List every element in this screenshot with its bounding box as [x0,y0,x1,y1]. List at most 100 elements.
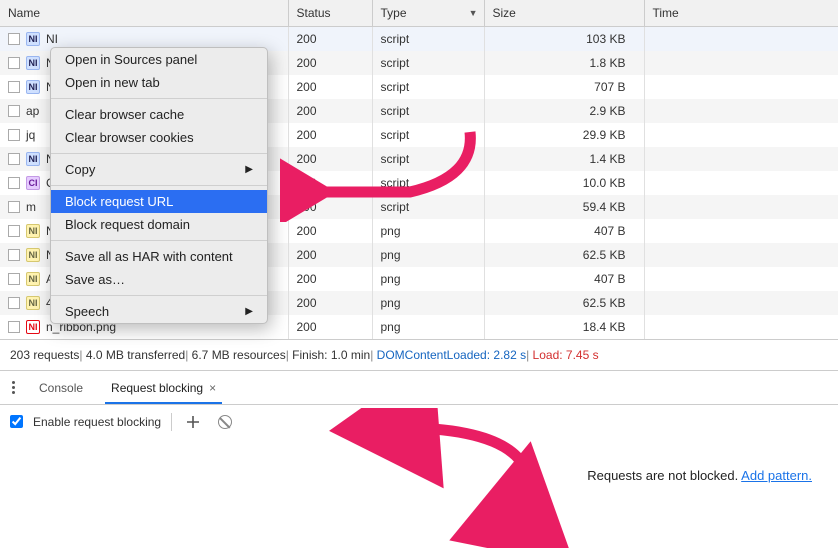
status-cell: 200 [288,291,372,315]
ctx-block-url[interactable]: Block request URL [51,190,267,213]
row-checkbox[interactable] [8,273,20,285]
row-checkbox[interactable] [8,33,20,45]
add-pattern-button[interactable] [182,411,204,433]
time-cell [644,75,838,99]
time-cell [644,51,838,75]
file-type-icon: CI [26,176,40,190]
status-cell: 200 [288,243,372,267]
tab-console[interactable]: Console [29,373,93,403]
status-cell: 200 [288,27,372,52]
ctx-save-har[interactable]: Save all as HAR with content [51,245,267,268]
status-cell: 200 [288,99,372,123]
size-cell: 10.0 KB [484,171,644,195]
drawer-tabs: Console Request blocking× [0,370,838,404]
col-size[interactable]: Size [484,0,644,27]
row-checkbox[interactable] [8,225,20,237]
ctx-open-tab[interactable]: Open in new tab [51,71,267,94]
status-resources: 6.7 MB resources [185,348,286,362]
size-cell: 29.9 KB [484,123,644,147]
time-cell [644,243,838,267]
ctx-block-domain[interactable]: Block request domain [51,213,267,236]
status-cell: 200 [288,147,372,171]
type-cell: script [372,99,484,123]
ctx-save-as[interactable]: Save as… [51,268,267,291]
clear-patterns-button[interactable] [214,411,236,433]
time-cell [644,315,838,339]
type-cell: script [372,123,484,147]
row-checkbox[interactable] [8,57,20,69]
size-cell: 62.5 KB [484,291,644,315]
status-cell: 200 [288,123,372,147]
col-type[interactable]: Type▼ [372,0,484,27]
status-cell: 200 [288,51,372,75]
size-cell: 2.9 KB [484,99,644,123]
kebab-icon[interactable] [6,375,21,400]
file-name: NI [46,32,58,46]
close-icon[interactable]: × [209,381,216,395]
status-cell: 200 [288,195,372,219]
col-time[interactable]: Time [644,0,838,27]
col-name[interactable]: Name [0,0,288,27]
type-cell: script [372,27,484,52]
type-cell: png [372,219,484,243]
status-dcl: DOMContentLoaded: 2.82 s [370,348,526,362]
file-type-icon: NI [26,320,40,334]
type-cell: png [372,291,484,315]
row-checkbox[interactable] [8,249,20,261]
size-cell: 407 B [484,219,644,243]
row-checkbox[interactable] [8,129,20,141]
row-checkbox[interactable] [8,177,20,189]
file-type-icon: NI [26,272,40,286]
ctx-clear-cache[interactable]: Clear browser cache [51,103,267,126]
time-cell [644,291,838,315]
time-cell [644,147,838,171]
status-finish: Finish: 1.0 min [286,348,370,362]
file-name: jq [26,128,35,142]
file-type-icon: NI [26,32,40,46]
row-checkbox[interactable] [8,297,20,309]
context-menu: Open in Sources panel Open in new tab Cl… [50,47,268,324]
type-cell: script [372,51,484,75]
size-cell: 18.4 KB [484,315,644,339]
enable-blocking-label: Enable request blocking [33,415,161,429]
status-transferred: 4.0 MB transferred [79,348,185,362]
submenu-arrow-icon: ▶ [245,164,253,175]
type-cell: script [372,147,484,171]
ctx-copy[interactable]: Copy▶ [51,158,267,181]
row-checkbox[interactable] [8,201,20,213]
row-checkbox[interactable] [8,153,20,165]
status-load: Load: 7.45 s [526,348,599,362]
file-type-icon: NI [26,152,40,166]
sort-indicator-icon: ▼ [469,8,478,18]
size-cell: 407 B [484,267,644,291]
enable-blocking-checkbox[interactable] [10,415,23,428]
time-cell [644,123,838,147]
col-status[interactable]: Status [288,0,372,27]
blocking-empty-state: Requests are not blocked. Add pattern. [0,438,838,543]
size-cell: 1.4 KB [484,147,644,171]
time-cell [644,195,838,219]
ban-icon [218,415,232,429]
type-cell: png [372,267,484,291]
status-cell: 200 [288,315,372,339]
status-requests: 203 requests [10,348,79,362]
add-pattern-link[interactable]: Add pattern. [741,468,812,483]
ctx-speech[interactable]: Speech▶ [51,300,267,323]
ctx-open-sources[interactable]: Open in Sources panel [51,48,267,71]
row-checkbox[interactable] [8,105,20,117]
size-cell: 59.4 KB [484,195,644,219]
time-cell [644,27,838,52]
status-cell: 200 [288,267,372,291]
ctx-clear-cookies[interactable]: Clear browser cookies [51,126,267,149]
row-checkbox[interactable] [8,81,20,93]
row-checkbox[interactable] [8,321,20,333]
file-type-icon: NI [26,296,40,310]
file-name: m [26,200,36,214]
size-cell: 103 KB [484,27,644,52]
size-cell: 1.8 KB [484,51,644,75]
size-cell: 62.5 KB [484,243,644,267]
file-name: ap [26,104,39,118]
tab-request-blocking[interactable]: Request blocking× [101,373,226,403]
status-cell: 200 [288,75,372,99]
file-type-icon: NI [26,248,40,262]
